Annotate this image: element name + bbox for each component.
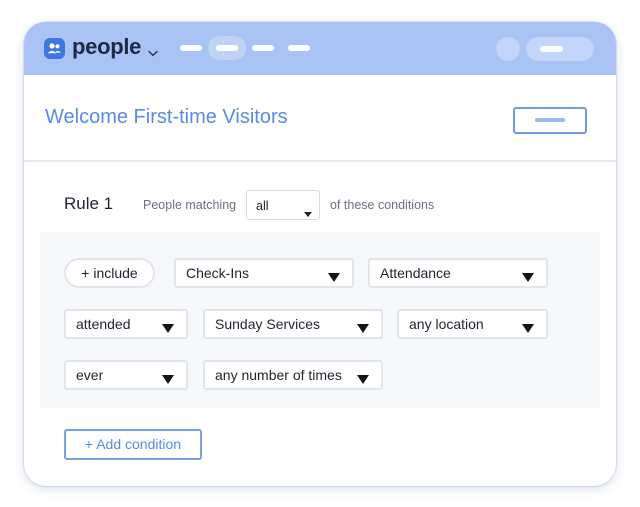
nav-item-4[interactable] [288,45,310,51]
matching-prefix-label: People matching [143,198,237,212]
frequency-select[interactable]: any number of times [203,360,383,390]
people-logo-icon[interactable] [44,38,65,59]
location-select[interactable]: any location [397,309,548,339]
metric-select[interactable]: Attendance [368,258,548,288]
user-menu-placeholder [540,46,563,52]
caret-down-icon [328,269,340,287]
top-navigation-bar: people [24,22,616,75]
frequency-select-value: any number of times [215,367,342,383]
event-select-value: Sunday Services [215,316,321,332]
matching-select[interactable]: all [246,190,320,220]
caret-down-icon [357,320,369,338]
page-title: Welcome First-time Visitors [45,106,288,128]
header-divider [24,160,616,162]
caret-down-icon [162,320,174,338]
location-select-value: any location [409,316,484,332]
caret-down-icon [357,371,369,389]
source-select-value: Check-Ins [186,265,250,281]
caret-down-icon [304,204,312,222]
nav-item-1[interactable] [180,45,202,51]
chevron-down-icon[interactable] [148,44,158,62]
nav-item-2 [216,45,238,51]
matching-suffix-label: of these conditions [330,198,435,212]
matching-select-value: all [256,199,269,213]
include-toggle-button[interactable]: + include [64,258,155,288]
period-select[interactable]: ever [64,360,188,390]
user-menu-button[interactable] [526,37,594,61]
caret-down-icon [162,371,174,389]
rule-label: Rule 1 [64,194,114,213]
period-select-value: ever [76,367,104,383]
caret-down-icon [522,269,534,287]
source-select[interactable]: Check-Ins [174,258,354,288]
app-window: people Welcome First-time Visitors Rule … [24,22,616,486]
caret-down-icon [522,320,534,338]
status-select-value: attended [76,316,131,332]
nav-item-3[interactable] [252,45,274,51]
header-action-placeholder [535,118,565,122]
add-condition-button[interactable]: + Add condition [64,429,202,460]
header-action-button[interactable] [513,107,587,134]
avatar[interactable] [496,37,520,61]
status-select[interactable]: attended [64,309,188,339]
event-select[interactable]: Sunday Services [203,309,383,339]
app-name[interactable]: people [72,34,141,60]
metric-select-value: Attendance [380,265,451,281]
